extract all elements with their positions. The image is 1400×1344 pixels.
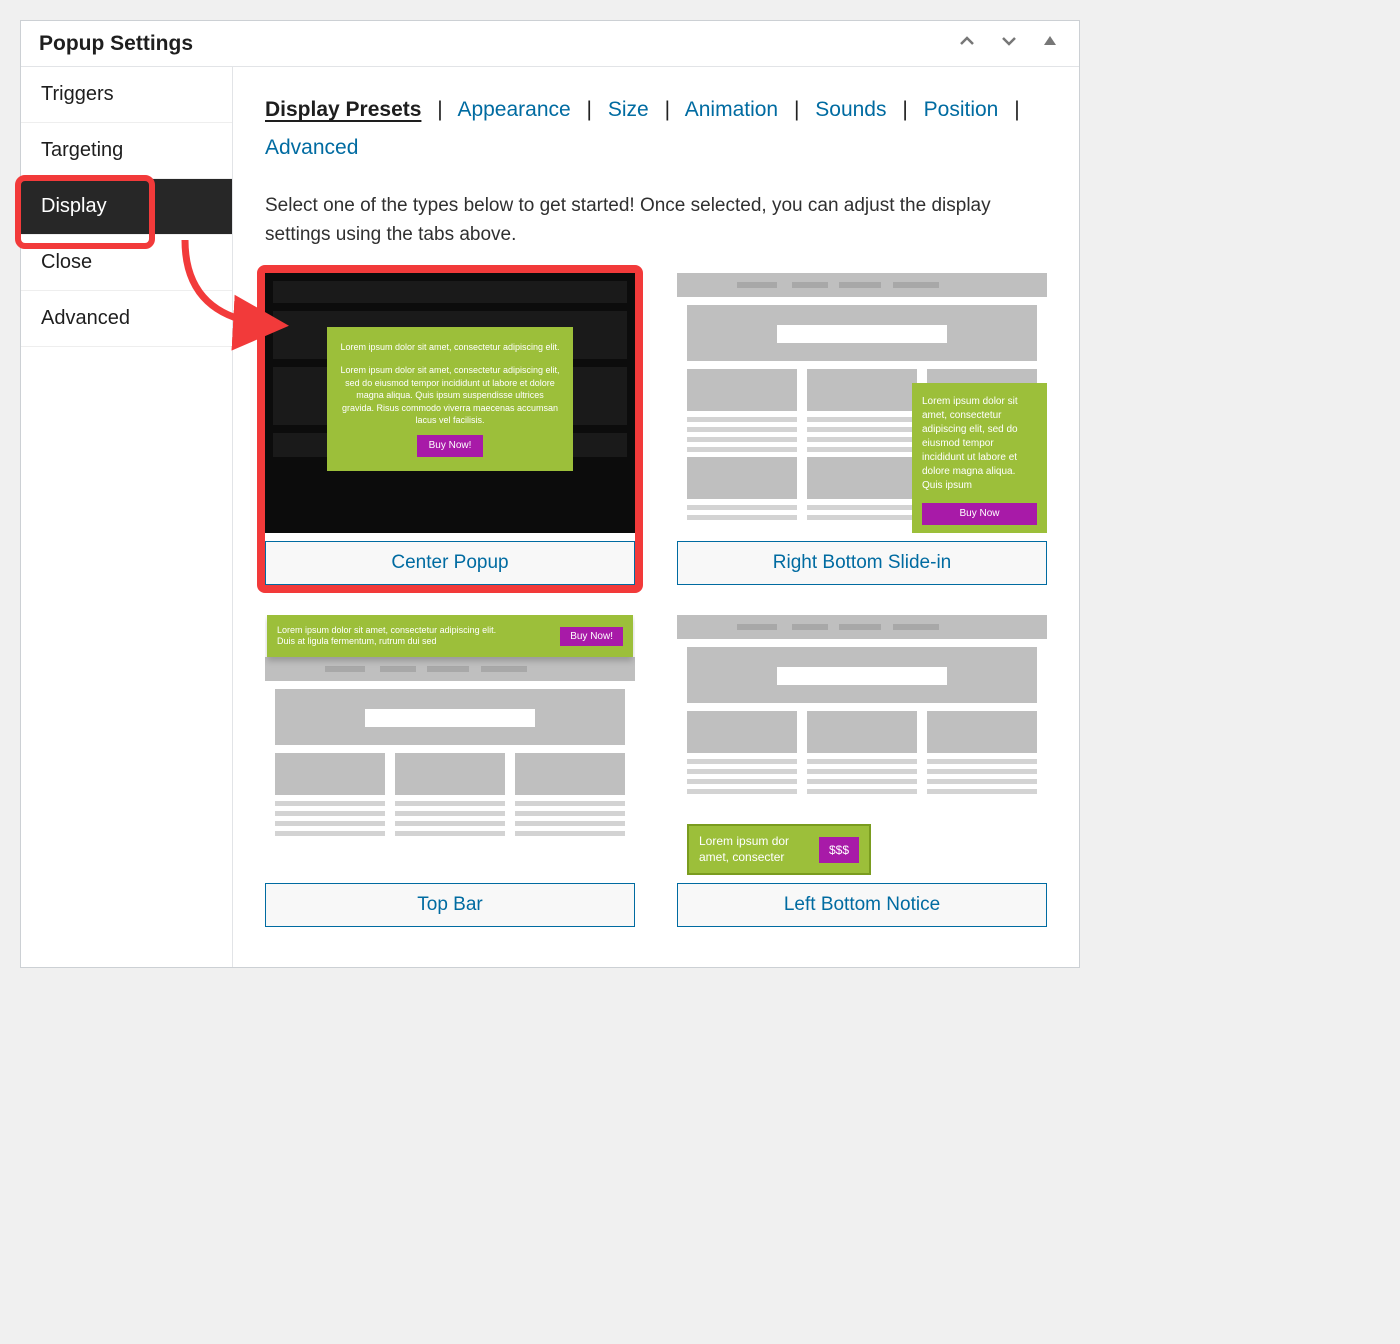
preset-label[interactable]: Left Bottom Notice (677, 883, 1047, 927)
popup-cta-button: $$$ (819, 837, 859, 863)
sidebar-item-triggers[interactable]: Triggers (21, 67, 232, 123)
sidebar-item-display[interactable]: Display (21, 179, 232, 235)
preset-thumbnail: Lorem ipsum dolor sit amet, consectetur … (265, 615, 635, 875)
panel-body: Triggers Targeting Display Close Advance… (21, 67, 1079, 967)
panel-title: Popup Settings (39, 32, 193, 56)
popup-body: Lorem ipsum dor amet, consecter (699, 834, 809, 865)
sidebar-item-label: Close (41, 251, 92, 273)
subtab-position[interactable]: Position (924, 98, 999, 121)
panel-controls (955, 31, 1061, 56)
subtab-display-presets[interactable]: Display Presets (265, 98, 421, 121)
subtab-size[interactable]: Size (608, 98, 649, 121)
subtab-appearance[interactable]: Appearance (457, 98, 570, 121)
popup-body: Lorem ipsum dolor sit amet, consectetur … (277, 625, 496, 648)
subtab-sounds[interactable]: Sounds (815, 98, 886, 121)
preset-thumbnail: Lorem ipsum dolor sit amet, consectetur … (265, 273, 635, 533)
popup-preview: Lorem ipsum dolor sit amet, consectetur … (267, 615, 633, 657)
popup-body: Lorem ipsum dolor sit amet, consectetur … (922, 395, 1037, 493)
preset-label[interactable]: Right Bottom Slide-in (677, 541, 1047, 585)
popup-body: Lorem ipsum dolor sit amet, consectetur … (339, 364, 561, 427)
sidebar-item-label: Display (41, 195, 107, 217)
popup-preview: Lorem ipsum dor amet, consecter $$$ (687, 824, 871, 875)
sidebar-item-advanced[interactable]: Advanced (21, 291, 232, 347)
preset-right-bottom-slidein[interactable]: Lorem ipsum dolor sit amet, consectetur … (677, 273, 1047, 585)
popup-preview: Lorem ipsum dolor sit amet, consectetur … (327, 327, 573, 471)
preset-top-bar[interactable]: Lorem ipsum dolor sit amet, consectetur … (265, 615, 635, 927)
preset-label[interactable]: Top Bar (265, 883, 635, 927)
collapse-triangle-icon[interactable] (1039, 31, 1061, 56)
popup-cta-button: Buy Now! (417, 435, 484, 457)
sidebar-item-targeting[interactable]: Targeting (21, 123, 232, 179)
presets-grid: Lorem ipsum dolor sit amet, consectetur … (265, 273, 1047, 927)
sidebar: Triggers Targeting Display Close Advance… (21, 67, 233, 967)
chevron-up-icon[interactable] (955, 31, 979, 56)
intro-text: Select one of the types below to get sta… (265, 191, 1047, 250)
preset-label[interactable]: Center Popup (265, 541, 635, 585)
popup-cta-button: Buy Now (922, 503, 1037, 525)
panel-header: Popup Settings (21, 21, 1079, 67)
popup-settings-panel: Popup Settings Triggers Targeting Displa… (20, 20, 1080, 968)
main-content: Display Presets | Appearance | Size | An… (233, 67, 1079, 967)
preset-thumbnail: Lorem ipsum dolor sit amet, consectetur … (677, 273, 1047, 533)
preset-left-bottom-notice[interactable]: Lorem ipsum dor amet, consecter $$$ Left… (677, 615, 1047, 927)
preset-center-popup[interactable]: Lorem ipsum dolor sit amet, consectetur … (265, 273, 635, 585)
subtab-advanced[interactable]: Advanced (265, 136, 358, 159)
sidebar-item-close[interactable]: Close (21, 235, 232, 291)
chevron-down-icon[interactable] (997, 31, 1021, 56)
subtab-animation[interactable]: Animation (685, 98, 778, 121)
popup-cta-button: Buy Now! (560, 627, 623, 646)
sidebar-item-label: Advanced (41, 307, 130, 329)
popup-headline: Lorem ipsum dolor sit amet, consectetur … (339, 341, 561, 354)
popup-preview: Lorem ipsum dolor sit amet, consectetur … (912, 383, 1047, 533)
subtabs: Display Presets | Appearance | Size | An… (265, 91, 1047, 167)
preset-thumbnail: Lorem ipsum dor amet, consecter $$$ (677, 615, 1047, 875)
sidebar-item-label: Triggers (41, 83, 114, 105)
sidebar-item-label: Targeting (41, 139, 123, 161)
